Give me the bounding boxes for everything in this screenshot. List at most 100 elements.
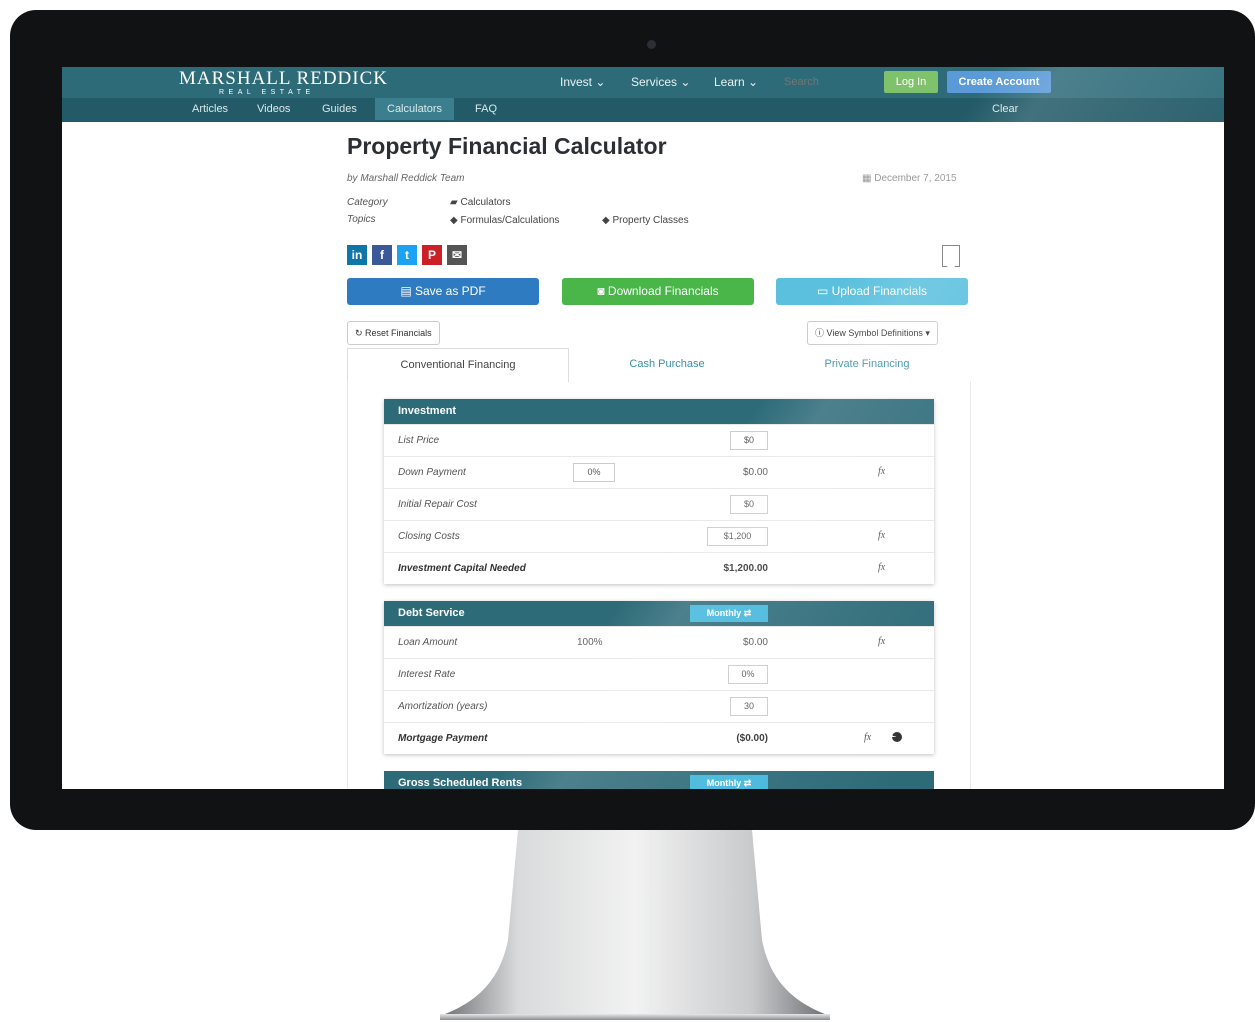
save-pdf-label: Save as PDF (414, 284, 486, 298)
row-label: Down Payment (398, 467, 466, 478)
table-row: Mortgage Payment ($0.00) fx (384, 722, 934, 754)
nav-invest[interactable]: Invest ⌄ (560, 75, 605, 89)
topic-tag[interactable]: ◆ Formulas/Calculations (450, 215, 559, 226)
date-text: December 7, 2015 (874, 173, 957, 184)
page-title: Property Financial Calculator (347, 133, 667, 159)
table-row: Down Payment 0% $0.00 fx (384, 456, 934, 488)
repair-cost-input[interactable]: $0 (730, 495, 768, 514)
closing-costs-input[interactable]: $1,200 (707, 527, 768, 546)
subnav-articles[interactable]: Articles (192, 103, 228, 115)
nav-services[interactable]: Services ⌄ (631, 75, 690, 89)
formula-icon[interactable]: fx (878, 636, 885, 647)
table-row: Loan Amount 100% $0.00 fx (384, 626, 934, 658)
clear-link[interactable]: Clear (992, 103, 1024, 115)
screen: MARSHALL REDDICK REAL ESTATE Invest ⌄ Se… (62, 67, 1224, 789)
amortization-input[interactable]: 30 (730, 697, 768, 716)
save-pdf-button[interactable]: ▤ Save as PDF (347, 278, 539, 305)
category-value[interactable]: ▰ Calculators (450, 197, 511, 208)
category-text: Calculators (460, 197, 511, 208)
topics-label: Topics (347, 214, 376, 225)
tab-private-financing[interactable]: Private Financing (767, 348, 967, 381)
linkedin-share-icon[interactable]: in (347, 245, 367, 265)
formula-icon[interactable]: fx (864, 732, 871, 743)
tab-conventional-financing[interactable]: Conventional Financing (347, 348, 569, 382)
search-input[interactable] (780, 72, 876, 92)
bookmark-icon[interactable] (942, 245, 960, 267)
row-label: Closing Costs (398, 531, 460, 542)
webcam (647, 40, 656, 49)
view-symbols-dropdown[interactable]: ⓘ View Symbol Definitions ▾ (807, 321, 938, 345)
table-row: Interest Rate 0% (384, 658, 934, 690)
panel-title: Debt Service (398, 607, 465, 619)
tag-icon: ◆ (450, 215, 461, 226)
symbols-label: View Symbol Definitions (826, 328, 923, 338)
tab-cash-purchase[interactable]: Cash Purchase (567, 348, 767, 381)
byline: by Marshall Reddick Team (347, 173, 465, 184)
formula-icon[interactable]: fx (878, 562, 885, 573)
panel-header: Debt Service Monthly ⇄ (384, 601, 934, 626)
category-label: Category (347, 197, 388, 208)
topic-text: Formulas/Calculations (460, 215, 560, 226)
panel-title: Investment (384, 399, 934, 424)
upload-financials-button[interactable]: ▭ Upload Financials (776, 278, 968, 305)
table-row: Amortization (years) 30 (384, 690, 934, 722)
row-value: $0.00 (742, 637, 768, 648)
document-icon: ▤ (400, 284, 415, 298)
subnav-faq[interactable]: FAQ (475, 103, 497, 115)
formula-icon[interactable]: fx (878, 466, 885, 477)
loan-percent: 100% (577, 637, 603, 648)
monitor-stand (440, 830, 830, 1020)
row-label: Mortgage Payment (398, 733, 488, 744)
panel-header: Gross Scheduled Rents Monthly ⇄ (384, 771, 934, 789)
subnav-videos[interactable]: Videos (257, 103, 290, 115)
pie-chart-icon[interactable] (892, 732, 902, 742)
row-value: $1,200.00 (723, 563, 769, 574)
info-icon: ⓘ (815, 328, 827, 338)
down-payment-input[interactable]: 0% (573, 463, 615, 482)
frequency-toggle[interactable]: Monthly ⇄ (690, 605, 768, 622)
sub-navbar: Articles Videos Guides Calculators FAQ C… (62, 98, 1224, 122)
row-label: Investment Capital Needed (398, 563, 526, 574)
download-label: Download Financials (607, 284, 719, 298)
gross-rents-panel: Gross Scheduled Rents Monthly ⇄ (384, 771, 934, 789)
reset-label: Reset Financials (365, 328, 432, 338)
brand-logo[interactable]: MARSHALL REDDICK REAL ESTATE (179, 69, 388, 97)
save-icon: ◙ (597, 284, 608, 298)
subnav-calculators[interactable]: Calculators (375, 98, 455, 120)
reset-financials-button[interactable]: ↻ Reset Financials (347, 321, 440, 345)
topic-text: Property Classes (612, 215, 689, 226)
create-account-button[interactable]: Create Account (947, 71, 1051, 93)
top-navbar: MARSHALL REDDICK REAL ESTATE Invest ⌄ Se… (62, 67, 1224, 98)
subnav-guides[interactable]: Guides (322, 103, 357, 115)
row-value: ($0.00) (736, 733, 768, 744)
frequency-toggle[interactable]: Monthly ⇄ (690, 775, 768, 789)
row-value: $0.00 (742, 467, 768, 478)
folder-open-icon: ▭ (816, 284, 832, 298)
email-share-icon[interactable]: ✉ (447, 245, 467, 265)
facebook-share-icon[interactable]: f (372, 245, 392, 265)
login-button[interactable]: Log In (884, 71, 938, 93)
upload-label: Upload Financials (831, 284, 928, 298)
formula-icon[interactable]: fx (878, 530, 885, 541)
investment-panel: Investment List Price $0 Down Payment 0%… (384, 399, 934, 584)
topic-tag[interactable]: ◆ Property Classes (602, 215, 689, 226)
table-row: Closing Costs $1,200 fx (384, 520, 934, 552)
download-financials-button[interactable]: ◙ Download Financials (562, 278, 754, 305)
pinterest-share-icon[interactable]: P (422, 245, 442, 265)
refresh-icon: ↻ (355, 328, 366, 338)
list-price-input[interactable]: $0 (730, 431, 768, 450)
twitter-share-icon[interactable]: t (397, 245, 417, 265)
brand-name: MARSHALL REDDICK (179, 68, 388, 89)
tag-icon: ◆ (602, 215, 613, 226)
interest-rate-input[interactable]: 0% (728, 665, 768, 684)
caret-down-icon: ▾ (922, 328, 930, 338)
folder-icon: ▰ (450, 197, 461, 208)
nav-learn[interactable]: Learn ⌄ (714, 75, 758, 89)
row-label: Initial Repair Cost (398, 499, 477, 510)
table-row: Investment Capital Needed $1,200.00 fx (384, 552, 934, 584)
publish-date: ▦ December 7, 2015 (862, 173, 957, 184)
row-label: Amortization (years) (398, 701, 488, 712)
monitor-frame: MARSHALL REDDICK REAL ESTATE Invest ⌄ Se… (10, 10, 1255, 830)
brand-tagline: REAL ESTATE (219, 89, 315, 96)
row-label: Interest Rate (398, 669, 456, 680)
